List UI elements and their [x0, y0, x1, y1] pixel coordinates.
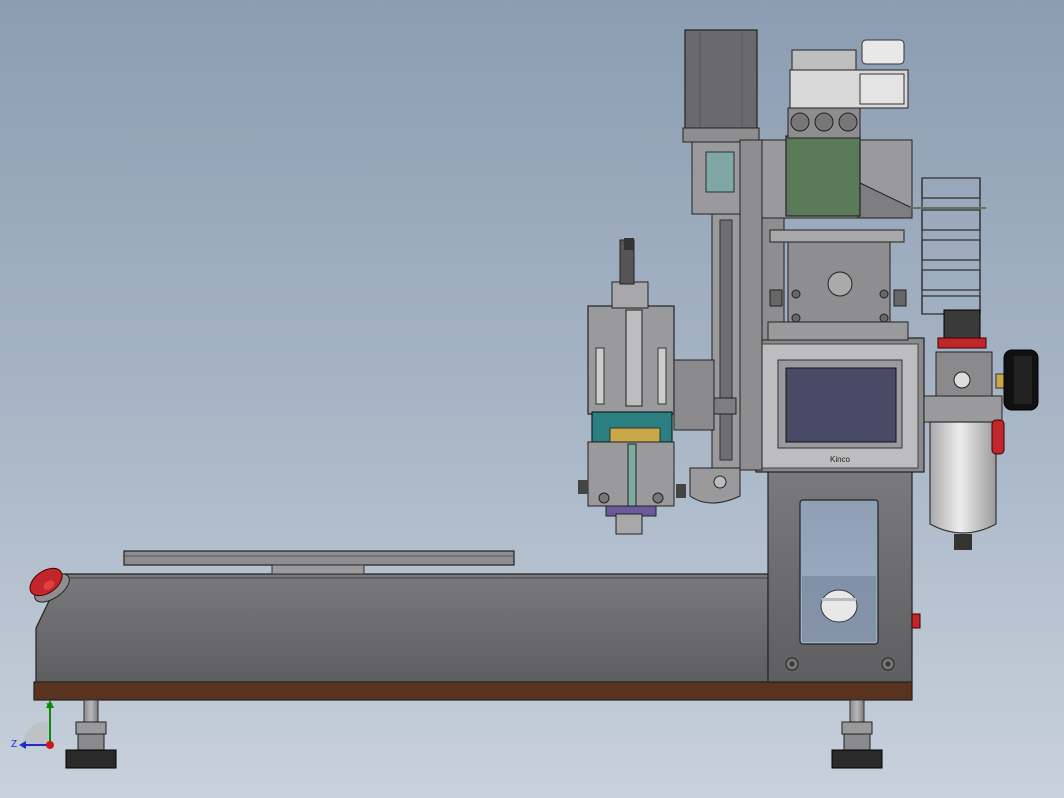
base-plate [33, 681, 913, 701]
filter-regulator [923, 309, 1009, 550]
work-table [123, 550, 515, 575]
y-axis-label: Y [46, 702, 53, 713]
cable-chain [910, 177, 986, 315]
machine-drawing: Kinco Y Z [11, 29, 1039, 769]
pressure-gauge-icon[interactable] [1003, 349, 1039, 411]
cad-viewport[interactable]: Kinco Y Z [0, 0, 1064, 798]
hmi-screen[interactable] [785, 367, 897, 443]
control-cabinet [767, 469, 921, 683]
hmi-brand-label: Kinco [830, 455, 851, 464]
hmi-panel: Kinco [755, 337, 925, 473]
filter-bowl [929, 421, 997, 534]
leveling-foot-left [65, 699, 117, 769]
z-axis-label: Z [11, 739, 17, 750]
leveling-foot-right [831, 699, 883, 769]
power-switch[interactable] [911, 613, 921, 629]
